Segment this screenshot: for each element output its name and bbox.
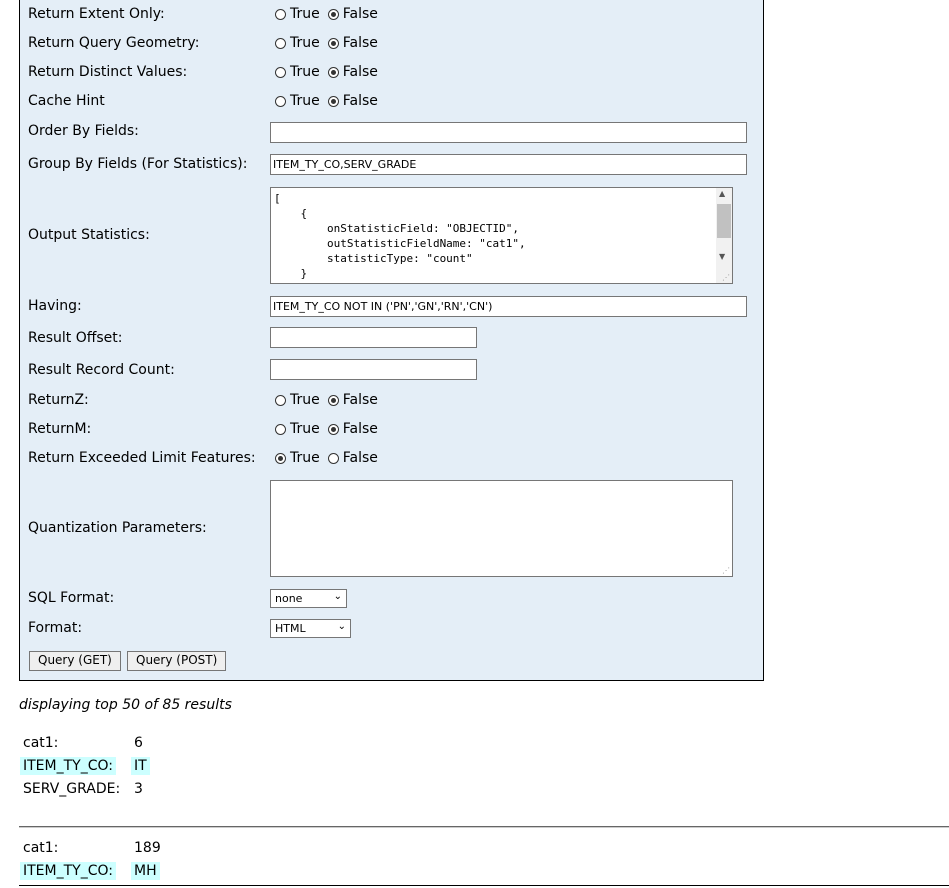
format-select[interactable]: HTML ⌄ [270, 619, 351, 638]
quantization-parameters-textarea[interactable]: ⋰ [270, 480, 733, 577]
result-field-key: ITEM_TY_CO: [20, 757, 116, 775]
result-offset-label: Result Offset: [28, 330, 123, 346]
query-form-panel: Return Extent Only: True False Return Qu… [19, 0, 764, 681]
record-divider [19, 885, 949, 886]
return-query-geometry-true-radio[interactable]: True [275, 35, 320, 51]
return-z-true-radio[interactable]: True [275, 392, 320, 408]
return-m-false-radio[interactable]: False [327, 421, 378, 437]
query-get-button[interactable]: Query (GET) [29, 651, 121, 671]
scroll-down-icon[interactable]: ▼ [719, 252, 725, 261]
chevron-down-icon: ⌄ [337, 621, 346, 632]
format-selected: HTML [275, 622, 306, 635]
radio-selected-icon [327, 394, 339, 406]
result-field-value: 3 [134, 781, 143, 797]
result-offset-input[interactable] [270, 327, 477, 348]
sql-format-selected: none [275, 592, 303, 605]
radio-icon [275, 95, 286, 107]
return-z-false-radio[interactable]: False [327, 392, 378, 408]
sql-format-select[interactable]: none ⌄ [270, 589, 347, 608]
sql-format-label: SQL Format: [28, 590, 115, 606]
return-exceeded-limit-label: Return Exceeded Limit Features: [28, 450, 256, 466]
radio-selected-icon [275, 452, 286, 464]
record-divider [19, 826, 949, 828]
result-record-count-input[interactable] [270, 359, 477, 380]
having-input[interactable]: ITEM_TY_CO NOT IN ('PN','GN','RN','CN') [270, 296, 747, 317]
group-by-fields-label: Group By Fields (For Statistics): [28, 156, 248, 172]
result-field-key: SERV_GRADE: [23, 781, 121, 797]
output-statistics-scrollbar[interactable]: ▲ ▼ [716, 188, 732, 283]
group-by-fields-input[interactable]: ITEM_TY_CO,SERV_GRADE [270, 154, 747, 175]
result-field-key: cat1: [23, 840, 59, 856]
radio-icon [275, 37, 286, 49]
return-extent-only-true-radio[interactable]: True [275, 6, 320, 22]
quantization-parameters-label: Quantization Parameters: [28, 520, 207, 536]
output-statistics-text: [ { onStatisticField: "OBJECTID", outSta… [274, 192, 526, 280]
output-statistics-label: Output Statistics: [28, 227, 150, 243]
return-z-label: ReturnZ: [28, 392, 89, 408]
return-query-geometry-false-radio[interactable]: False [327, 35, 378, 51]
output-statistics-textarea[interactable]: [ { onStatisticField: "OBJECTID", outSta… [270, 187, 733, 284]
result-record-count-label: Result Record Count: [28, 362, 175, 378]
query-post-button[interactable]: Query (POST) [127, 651, 227, 671]
return-m-label: ReturnM: [28, 421, 92, 437]
radio-selected-icon [327, 37, 339, 49]
chevron-down-icon: ⌄ [333, 591, 342, 602]
resize-grip-icon[interactable]: ⋰ [722, 273, 730, 282]
return-exceeded-limit-true-radio[interactable]: True [275, 450, 320, 466]
scroll-up-icon[interactable]: ▲ [719, 189, 725, 198]
return-m-true-radio[interactable]: True [275, 421, 320, 437]
radio-icon [327, 452, 339, 464]
result-field-value: 6 [134, 735, 143, 751]
radio-selected-icon [327, 8, 339, 20]
return-distinct-values-label: Return Distinct Values: [28, 64, 188, 80]
result-field-value: IT [131, 757, 150, 775]
return-distinct-values-false-radio[interactable]: False [327, 64, 378, 80]
return-distinct-values-true-radio[interactable]: True [275, 64, 320, 80]
return-exceeded-limit-false-radio[interactable]: False [327, 450, 378, 466]
resize-grip-icon[interactable]: ⋰ [722, 566, 730, 575]
format-label: Format: [28, 620, 83, 636]
radio-selected-icon [327, 95, 339, 107]
cache-hint-true-radio[interactable]: True [275, 93, 320, 109]
radio-selected-icon [327, 66, 339, 78]
order-by-fields-label: Order By Fields: [28, 123, 139, 139]
order-by-fields-input[interactable] [270, 122, 747, 143]
having-label: Having: [28, 298, 82, 314]
radio-icon [275, 394, 286, 406]
radio-icon [275, 8, 286, 20]
result-field-key: cat1: [23, 735, 59, 751]
return-extent-only-label: Return Extent Only: [28, 6, 165, 22]
cache-hint-false-radio[interactable]: False [327, 93, 378, 109]
result-field-key: ITEM_TY_CO: [20, 862, 116, 880]
cache-hint-label: Cache Hint [28, 93, 105, 109]
result-field-value: 189 [134, 840, 161, 856]
radio-icon [275, 423, 286, 435]
return-extent-only-false-radio[interactable]: False [327, 6, 378, 22]
radio-icon [275, 66, 286, 78]
radio-selected-icon [327, 423, 339, 435]
return-query-geometry-label: Return Query Geometry: [28, 35, 200, 51]
results-summary: displaying top 50 of 85 results [19, 697, 232, 713]
scrollbar-thumb[interactable] [717, 204, 731, 238]
result-field-value: MH [131, 862, 160, 880]
